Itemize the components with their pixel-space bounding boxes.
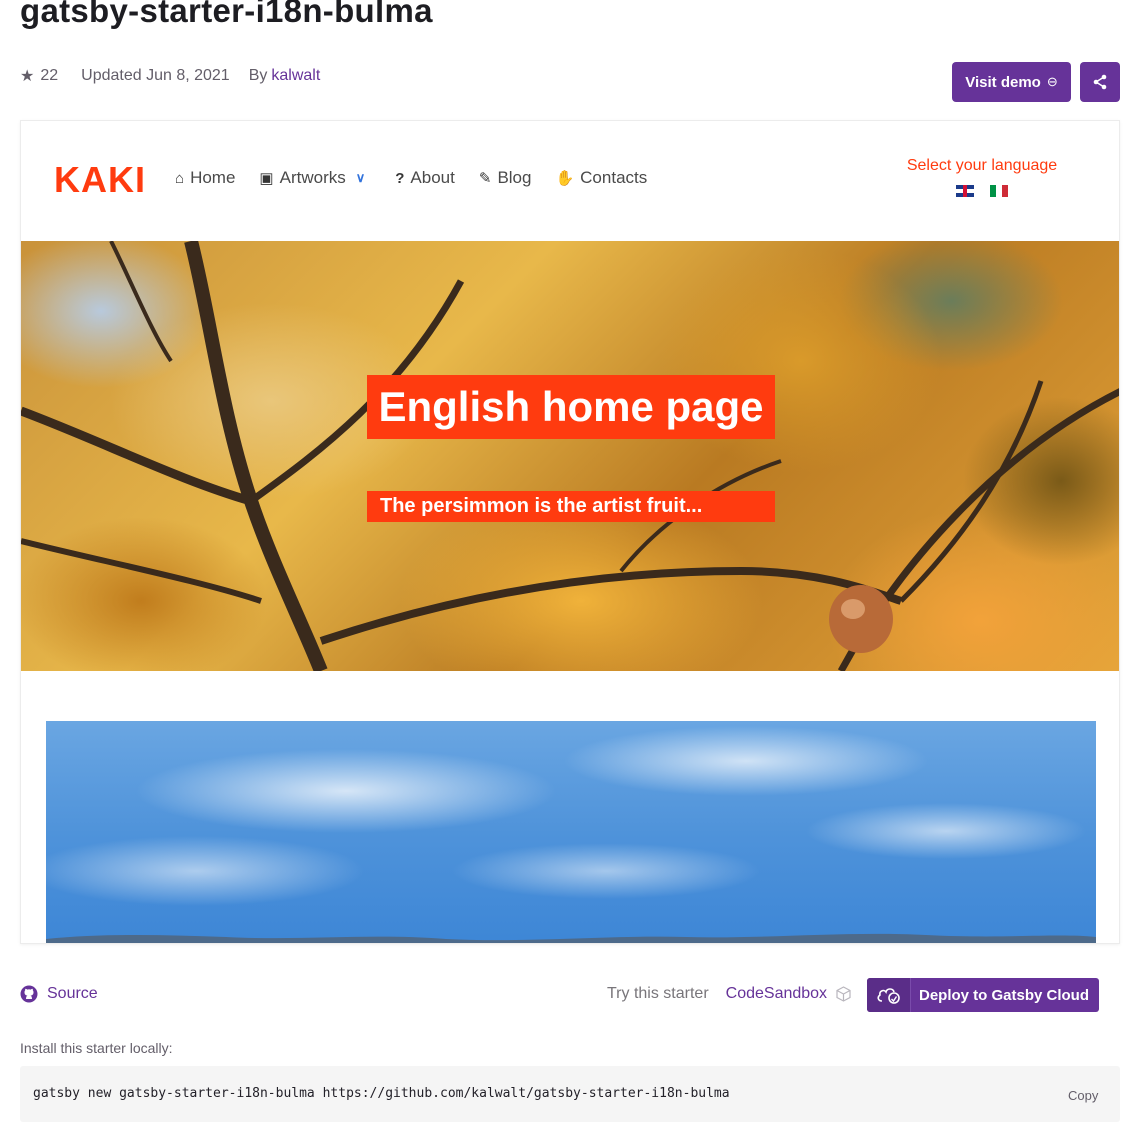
page-title: gatsby-starter-i18n-bulma [20, 0, 433, 29]
demo-nav-label: Blog [497, 168, 532, 187]
try-starter: Try this starter CodeSandbox [607, 985, 851, 1003]
demo-nav-menu: ⌂ Home ▣ Artworks ∨ ? About ✎ Blog ✋ Con… [175, 168, 671, 188]
by-label: By [248, 67, 268, 84]
question-icon: ? [395, 169, 405, 187]
deploy-label: Deploy to Gatsby Cloud [919, 986, 1090, 1004]
source-label: Source [47, 985, 98, 1002]
image-icon: ▣ [259, 170, 274, 187]
try-starter-label: Try this starter [607, 985, 709, 1002]
visit-demo-button[interactable]: Visit demo ⊖ [952, 62, 1071, 102]
external-link-icon: ⊖ [1046, 74, 1058, 89]
hero-title: English home page [367, 375, 775, 439]
chevron-down-icon: ∨ [355, 170, 366, 185]
handshake-icon: ✋ [555, 170, 575, 187]
demo-nav-blog: ✎ Blog [479, 168, 532, 188]
demo-screenshot: KAKI ⌂ Home ▣ Artworks ∨ ? About ✎ Blog … [20, 120, 1120, 944]
deploy-gatsby-cloud-button[interactable]: Deploy to Gatsby Cloud [867, 978, 1099, 1012]
author-link[interactable]: kalwalt [271, 67, 320, 85]
demo-nav-label: Artworks [279, 168, 346, 187]
home-icon: ⌂ [175, 169, 185, 187]
install-label: Install this starter locally: [20, 1040, 173, 1056]
demo-nav-label: Contacts [580, 168, 648, 187]
demo-nav-artworks: ▣ Artworks ∨ [259, 168, 371, 188]
codesandbox-link[interactable]: CodeSandbox [726, 985, 827, 1003]
uk-flag-icon [956, 185, 974, 197]
hero-subtitle: The persimmon is the artist fruit... [367, 491, 775, 522]
demo-nav-label: Home [190, 168, 236, 187]
hero-image: English home page The persimmon is the a… [21, 241, 1119, 671]
share-button[interactable] [1080, 62, 1120, 102]
demo-nav-label: About [410, 168, 455, 187]
visit-demo-label: Visit demo [965, 73, 1041, 91]
sky-image [46, 721, 1096, 943]
demo-nav-contacts: ✋ Contacts [555, 168, 647, 188]
starter-meta: ★ 22 Updated Jun 8, 2021 By kalwalt [20, 64, 320, 88]
install-command[interactable]: gatsby new gatsby-starter-i18n-bulma htt… [33, 1086, 730, 1101]
star-icon: ★ [20, 68, 35, 85]
demo-logo: KAKI [54, 159, 146, 200]
tree-branches [21, 241, 1119, 671]
copy-button[interactable]: Copy [1068, 1088, 1098, 1103]
demo-nav-about: ? About [395, 168, 455, 188]
demo-nav-home: ⌂ Home [175, 168, 235, 188]
github-icon [20, 985, 38, 1003]
gatsby-cloud-icon [867, 978, 911, 1012]
demo-navbar: KAKI ⌂ Home ▣ Artworks ∨ ? About ✎ Blog … [21, 121, 1119, 241]
source-link[interactable]: Source [20, 985, 98, 1003]
italy-flag-icon [990, 185, 1008, 197]
updated-date: Updated Jun 8, 2021 [81, 67, 230, 84]
language-label: Select your language [906, 157, 1058, 174]
install-command-box: gatsby new gatsby-starter-i18n-bulma htt… [20, 1066, 1120, 1122]
distant-hills [46, 933, 1096, 943]
language-selector: Select your language [901, 157, 1063, 197]
share-icon [1093, 74, 1107, 90]
star-count: 22 [40, 67, 59, 84]
codesandbox-icon [836, 986, 851, 1002]
pen-icon: ✎ [478, 170, 492, 187]
